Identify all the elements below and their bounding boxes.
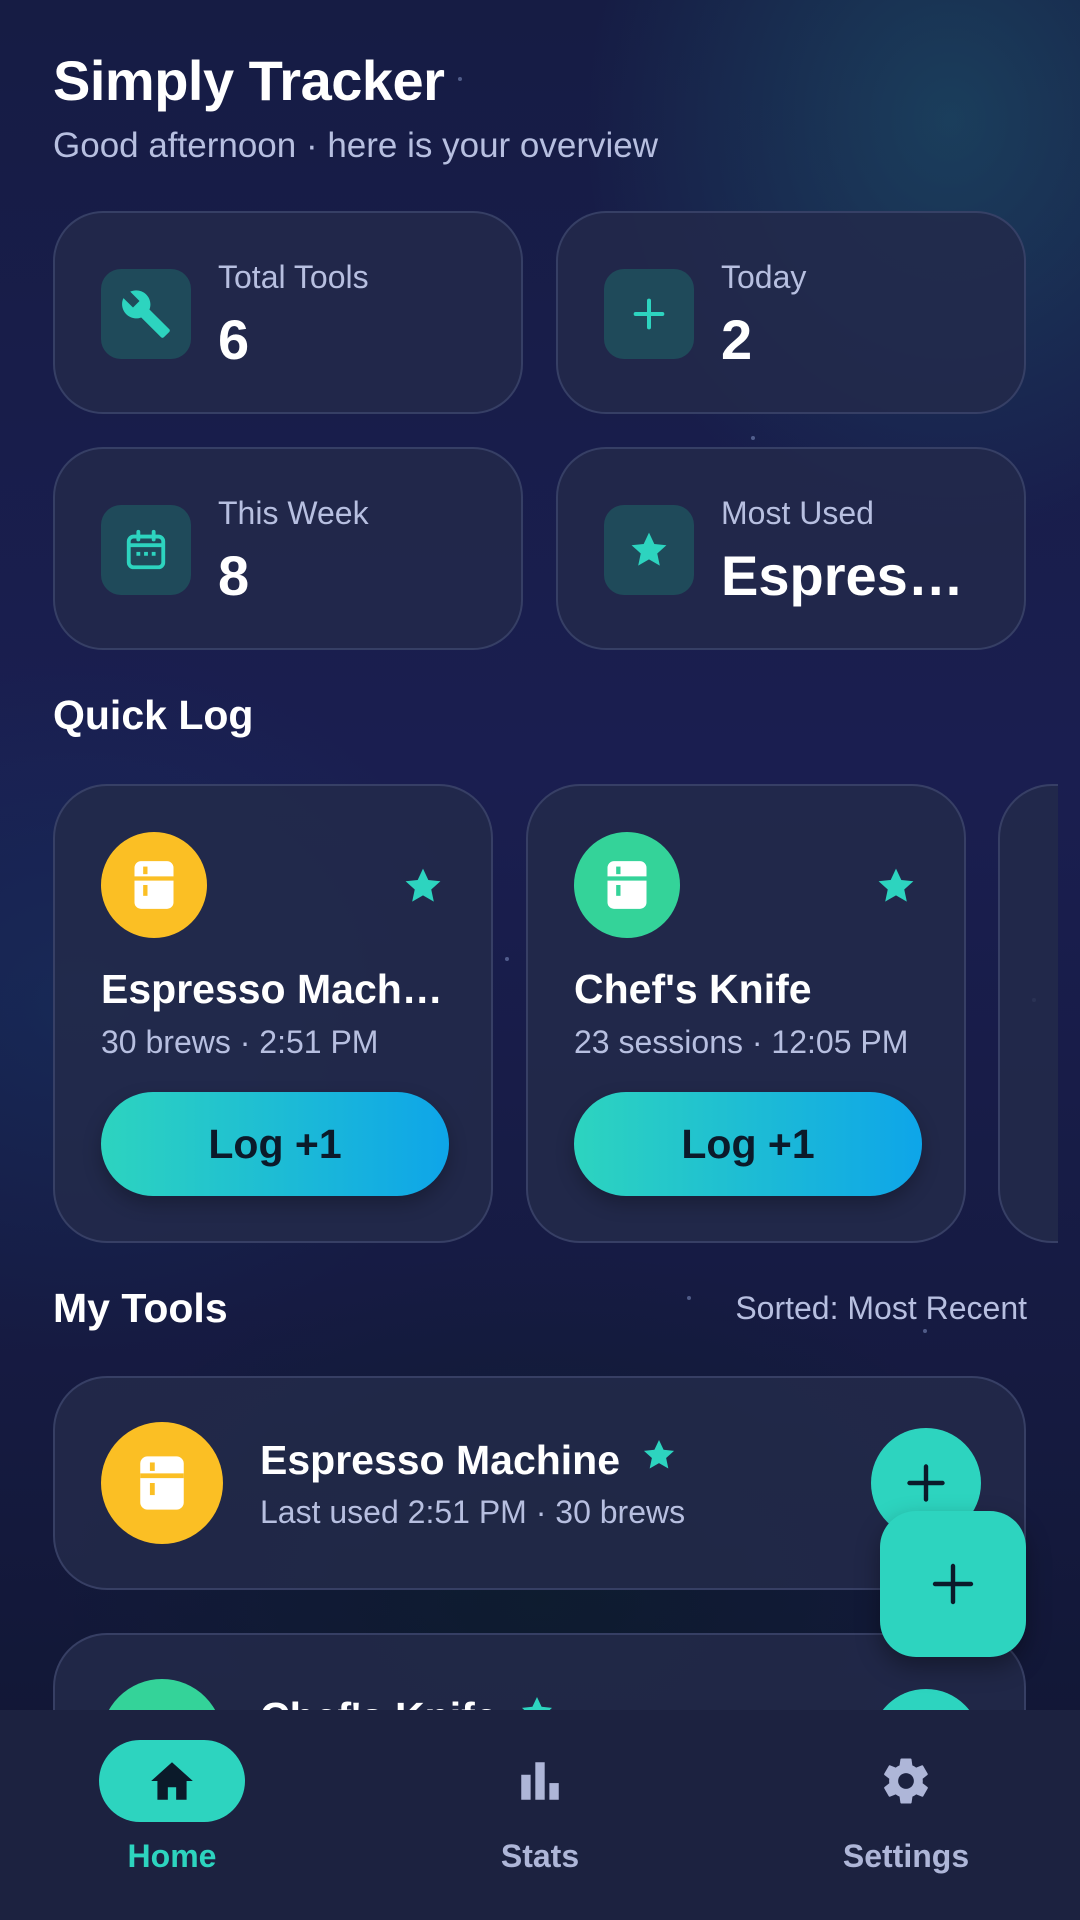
stat-label: Today bbox=[721, 259, 807, 295]
appliance-icon bbox=[101, 1422, 223, 1544]
favorite-star-icon bbox=[640, 1436, 678, 1484]
tool-name: Espresso Machine bbox=[101, 966, 451, 1012]
plus-icon bbox=[604, 269, 694, 359]
star-icon bbox=[604, 505, 694, 595]
favorite-star-icon[interactable] bbox=[401, 864, 445, 913]
tool-row-chefs-knife[interactable]: Chef's Knife bbox=[53, 1633, 1026, 1710]
stat-label: Most Used bbox=[721, 495, 874, 531]
favorite-star-icon bbox=[518, 1693, 556, 1710]
my-tools-title: My Tools bbox=[53, 1285, 228, 1331]
quick-log-card-chefs-knife[interactable]: Chef's Knife 23 sessions · 12:05 PM Log … bbox=[526, 784, 966, 1243]
gear-icon bbox=[833, 1740, 979, 1822]
stat-value: 2 bbox=[721, 308, 753, 371]
stat-value: Espresso Machine bbox=[721, 544, 991, 607]
calendar-icon bbox=[101, 505, 191, 595]
greeting-subtitle: Good afternoon · here is your overview bbox=[53, 126, 659, 165]
tool-meta: 30 brews · 2:51 PM bbox=[101, 1024, 379, 1060]
add-tool-fab[interactable] bbox=[880, 1511, 1026, 1657]
bottom-navigation: Home Stats Settings bbox=[0, 1710, 1080, 1920]
stat-card-today: Today 2 bbox=[556, 211, 1026, 414]
tool-meta: 23 sessions · 12:05 PM bbox=[574, 1024, 909, 1060]
stat-card-total-tools: Total Tools 6 bbox=[53, 211, 523, 414]
tool-name: Chef's Knife bbox=[574, 966, 812, 1012]
appliance-icon bbox=[574, 832, 680, 938]
tool-meta: Last used 2:51 PM · 30 brews bbox=[260, 1494, 686, 1530]
nav-label: Stats bbox=[500, 1838, 580, 1874]
nav-item-home[interactable]: Home bbox=[52, 1740, 292, 1900]
favorite-star-icon[interactable] bbox=[874, 864, 918, 913]
quick-log-card-espresso-machine[interactable]: Espresso Machine 30 brews · 2:51 PM Log … bbox=[53, 784, 493, 1243]
stat-label: Total Tools bbox=[218, 259, 369, 295]
stat-card-most-used: Most Used Espresso Machine bbox=[556, 447, 1026, 650]
stat-card-this-week: This Week 8 bbox=[53, 447, 523, 650]
appliance-icon bbox=[101, 832, 207, 938]
quick-log-title: Quick Log bbox=[53, 692, 254, 738]
plus-icon bbox=[907, 1464, 945, 1502]
wrench-icon bbox=[101, 269, 191, 359]
home-screen[interactable]: Simply Tracker Good afternoon · here is … bbox=[0, 0, 1080, 1710]
home-icon bbox=[99, 1740, 245, 1822]
stat-label: This Week bbox=[218, 495, 369, 531]
stat-value: 6 bbox=[218, 308, 250, 371]
plus-icon bbox=[932, 1563, 974, 1605]
nav-label: Settings bbox=[842, 1838, 970, 1874]
nav-item-settings[interactable]: Settings bbox=[786, 1740, 1026, 1900]
log-plus-one-button[interactable]: Log +1 bbox=[574, 1092, 922, 1196]
quick-log-card-next[interactable] bbox=[998, 784, 1058, 1243]
bar-chart-icon bbox=[467, 1740, 613, 1822]
tool-name-row: Espresso Machine bbox=[260, 1436, 678, 1484]
nav-item-stats[interactable]: Stats bbox=[420, 1740, 660, 1900]
log-plus-one-button[interactable]: Log +1 bbox=[101, 1092, 449, 1196]
tool-name-row: Chef's Knife bbox=[260, 1693, 556, 1710]
stat-value: 8 bbox=[218, 544, 250, 607]
app-title: Simply Tracker bbox=[53, 49, 445, 112]
tool-name: Chef's Knife bbox=[260, 1694, 498, 1711]
tool-name: Espresso Machine bbox=[260, 1436, 621, 1483]
appliance-icon bbox=[101, 1679, 223, 1710]
log-usage-button[interactable] bbox=[871, 1689, 981, 1710]
sort-selector[interactable]: Sorted: Most Recent bbox=[735, 1290, 1027, 1327]
nav-label: Home bbox=[127, 1838, 217, 1874]
